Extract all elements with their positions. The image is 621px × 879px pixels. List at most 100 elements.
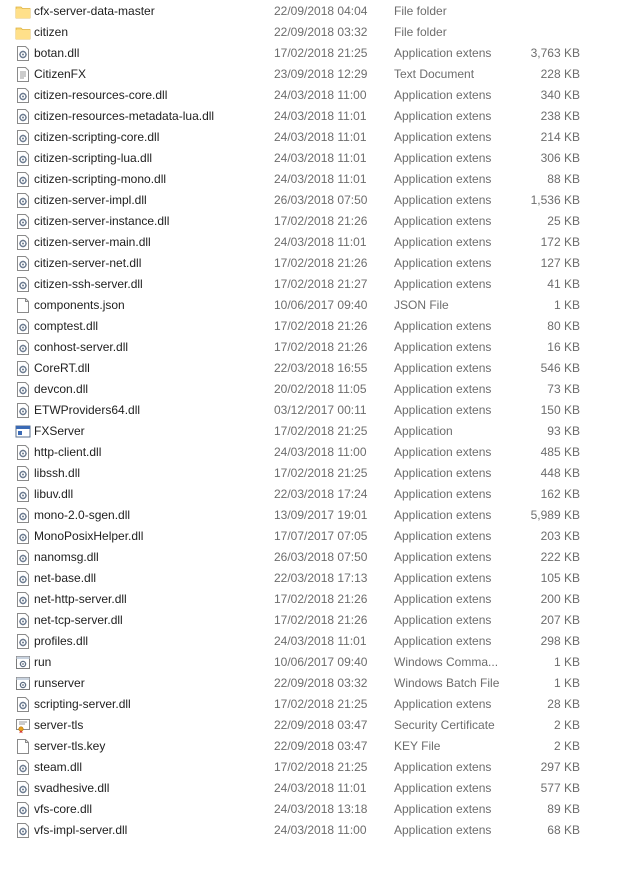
file-size: 1,536 KB [530,193,580,207]
file-type: Application extens [394,172,492,186]
file-row-citizen-server-impl-dll[interactable]: citizen-server-impl.dll 26/03/2018 07:50 A… [0,190,600,211]
file-row-citizen-server-net-dll[interactable]: citizen-server-net.dll 17/02/2018 21:26 Ap… [0,253,600,274]
file-name: cfx-server-data-master [34,4,155,18]
file-row-cfx-server-data-master[interactable]: cfx-server-data-master 22/09/2018 04:04 Fi… [0,1,600,22]
file-row-libssh-dll[interactable]: libssh.dll 17/02/2018 21:25 Application ex… [0,463,600,484]
file-size: 2 KB [553,739,580,753]
date-modified: 17/02/2018 21:27 [274,277,368,291]
file-row-corert-dll[interactable]: CoreRT.dll 22/03/2018 16:55 Application ex… [0,358,600,379]
date-modified: 22/03/2018 17:13 [274,571,368,585]
file-row-steam-dll[interactable]: steam.dll 17/02/2018 21:25 Application ext… [0,757,600,778]
file-row-citizen-resources-metadata-lua-dll[interactable]: citizen-resources-metadata-lua.dll 24/03/… [0,106,600,127]
file-type: Application extens [394,382,492,396]
file-row-mono-2-0-sgen-dll[interactable]: mono-2.0-sgen.dll 13/09/2017 19:01 Applica… [0,505,600,526]
file-size: 150 KB [540,403,580,417]
date-modified: 24/03/2018 11:01 [274,130,367,144]
file-name: server-tls.key [34,739,106,753]
file-row-vfs-core-dll[interactable]: vfs-core.dll 24/03/2018 13:18 Application … [0,799,600,820]
file-row-libuv-dll[interactable]: libuv.dll 22/03/2018 17:24 Application ext… [0,484,600,505]
date-modified: 24/03/2018 11:01 [274,172,367,186]
file-name: svadhesive.dll [34,781,110,795]
text-document-icon [15,66,31,83]
file-row-comptest-dll[interactable]: comptest.dll 17/02/2018 21:26 Application … [0,316,600,337]
file-row-citizen-scripting-lua-dll[interactable]: citizen-scripting-lua.dll 24/03/2018 11:0… [0,148,600,169]
date-modified: 26/03/2018 07:50 [274,193,368,207]
file-name: net-tcp-server.dll [34,613,123,627]
date-modified: 10/06/2017 09:40 [274,298,368,312]
date-modified: 22/03/2018 16:55 [274,361,368,375]
file-size: 448 KB [540,466,580,480]
file-row-scripting-server-dll[interactable]: scripting-server.dll 17/02/2018 21:25 Appl… [0,694,600,715]
date-modified: 17/02/2018 21:26 [274,214,368,228]
file-size: 73 KB [547,382,580,396]
file-row-citizen[interactable]: citizen 22/09/2018 03:32 File folder [0,22,600,43]
file-name: CoreRT.dll [34,361,90,375]
date-modified: 17/02/2018 21:26 [274,592,368,606]
file-row-etwproviders64-dll[interactable]: ETWProviders64.dll 03/12/2017 00:11 Applic… [0,400,600,421]
dll-icon [15,45,31,62]
file-row-botan-dll[interactable]: botan.dll 17/02/2018 21:25 Application ext… [0,43,600,64]
file-size: 1 KB [553,655,580,669]
file-row-svadhesive-dll[interactable]: svadhesive.dll 24/03/2018 11:01 Applicatio… [0,778,600,799]
file-row-run[interactable]: run 10/06/2017 09:40 Windows Comma... 1 KB [0,652,600,673]
file-size: 577 KB [540,781,580,795]
file-row-fxserver[interactable]: FXServer 17/02/2018 21:25 Application 93 KB [0,421,600,442]
date-modified: 24/03/2018 11:01 [274,109,367,123]
file-row-net-base-dll[interactable]: net-base.dll 22/03/2018 17:13 Application … [0,568,600,589]
file-size: 207 KB [540,613,580,627]
date-modified: 17/02/2018 21:25 [274,424,368,438]
file-row-server-tls-key[interactable]: server-tls.key 22/09/2018 03:47 KEY File 2 … [0,736,600,757]
file-name: profiles.dll [34,634,89,648]
file-row-citizen-resources-core-dll[interactable]: citizen-resources-core.dll 24/03/2018 11:… [0,85,600,106]
dll-icon [15,612,31,629]
file-row-citizen-ssh-server-dll[interactable]: citizen-ssh-server.dll 17/02/2018 21:27 Ap… [0,274,600,295]
file-row-citizen-scripting-core-dll[interactable]: citizen-scripting-core.dll 24/03/2018 11:… [0,127,600,148]
file-size: 89 KB [547,802,580,816]
file-row-net-http-server-dll[interactable]: net-http-server.dll 17/02/2018 21:26 Appli… [0,589,600,610]
file-row-vfs-impl-server-dll[interactable]: vfs-impl-server.dll 24/03/2018 11:00 Appli… [0,820,600,841]
file-type: Application extens [394,256,492,270]
file-row-citizen-scripting-mono-dll[interactable]: citizen-scripting-mono.dll 24/03/2018 11:… [0,169,600,190]
file-type: Application extens [394,571,492,585]
file-type: Application extens [394,466,492,480]
file-name: citizen-resources-core.dll [34,88,168,102]
file-row-devcon-dll[interactable]: devcon.dll 20/02/2018 11:05 Application ex… [0,379,600,400]
file-type: Application [394,424,453,438]
file-name: server-tls [34,718,84,732]
dll-icon [15,318,31,335]
date-modified: 17/02/2018 21:25 [274,697,368,711]
file-size: 2 KB [553,718,580,732]
file-row-profiles-dll[interactable]: profiles.dll 24/03/2018 11:01 Application … [0,631,600,652]
date-modified: 22/09/2018 03:32 [274,676,368,690]
dll-icon [15,150,31,167]
file-type: KEY File [394,739,441,753]
file-name: citizen-scripting-lua.dll [34,151,153,165]
file-size: 5,989 KB [530,508,580,522]
file-row-http-client-dll[interactable]: http-client.dll 24/03/2018 11:00 Applicati… [0,442,600,463]
dll-icon [15,486,31,503]
dll-icon [15,444,31,461]
file-row-server-tls[interactable]: server-tls 22/09/2018 03:47 Security Certi… [0,715,600,736]
file-row-runserver[interactable]: runserver 22/09/2018 03:32 Windows Batch F… [0,673,600,694]
dll-icon [15,780,31,797]
file-name: net-base.dll [34,571,97,585]
file-row-conhost-server-dll[interactable]: conhost-server.dll 17/02/2018 21:26 Applic… [0,337,600,358]
date-modified: 23/09/2018 12:29 [274,67,368,81]
file-size: 228 KB [540,67,580,81]
file-size: 485 KB [540,445,580,459]
file-row-citizen-server-instance-dll[interactable]: citizen-server-instance.dll 17/02/2018 21… [0,211,600,232]
file-row-monoposixhelper-dll[interactable]: MonoPosixHelper.dll 17/07/2017 07:05 Appli… [0,526,600,547]
file-size: 298 KB [540,634,580,648]
file-name: steam.dll [34,760,83,774]
file-size: 203 KB [540,529,580,543]
file-size: 1 KB [553,676,580,690]
file-row-net-tcp-server-dll[interactable]: net-tcp-server.dll 17/02/2018 21:26 Applic… [0,610,600,631]
dll-icon [15,339,31,356]
file-row-components-json[interactable]: components.json 10/06/2017 09:40 JSON File… [0,295,600,316]
file-type: Application extens [394,277,492,291]
file-name: conhost-server.dll [34,340,129,354]
file-row-nanomsg-dll[interactable]: nanomsg.dll 26/03/2018 07:50 Application e… [0,547,600,568]
file-size: 80 KB [547,319,580,333]
file-row-citizenfx[interactable]: CitizenFX 23/09/2018 12:29 Text Document 22… [0,64,600,85]
file-row-citizen-server-main-dll[interactable]: citizen-server-main.dll 24/03/2018 11:01 A… [0,232,600,253]
